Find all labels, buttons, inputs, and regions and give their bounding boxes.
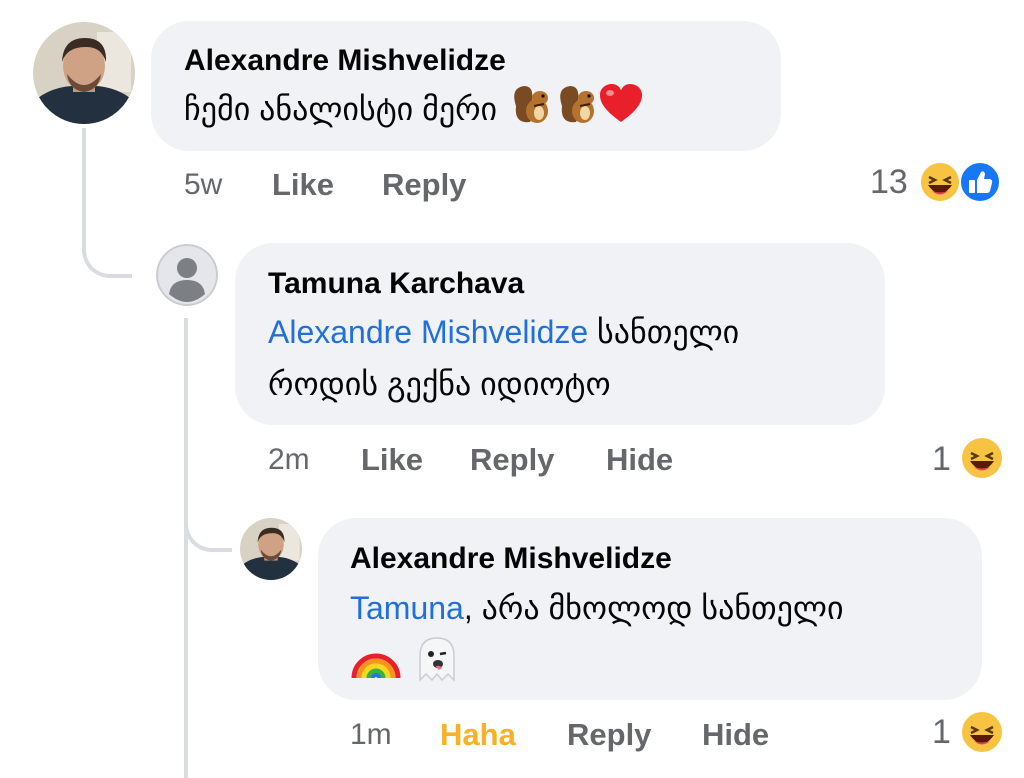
- comment-author[interactable]: Tamuna Karchava: [268, 267, 524, 301]
- like-button[interactable]: Like: [361, 442, 423, 478]
- comment-text-line2: როდის გექნა იდიოტო: [268, 366, 611, 402]
- reply-button[interactable]: Reply: [470, 442, 554, 478]
- comment-author[interactable]: Alexandre Mishvelidze: [350, 542, 672, 576]
- like-reaction-icon: [958, 160, 1002, 209]
- mention-link[interactable]: Tamuna: [350, 590, 464, 626]
- comment-timestamp[interactable]: 5w: [184, 168, 222, 202]
- comment-emoji-line: [350, 634, 462, 684]
- hide-button[interactable]: Hide: [702, 717, 769, 753]
- comment-timestamp[interactable]: 1m: [350, 718, 392, 752]
- reply-button[interactable]: Reply: [382, 167, 466, 203]
- hide-button[interactable]: Hide: [606, 442, 673, 478]
- comment-author[interactable]: Alexandre Mishvelidze: [184, 44, 506, 78]
- haha-reaction-icon[interactable]: [960, 710, 1004, 759]
- avatar[interactable]: [240, 518, 302, 580]
- default-avatar[interactable]: [156, 244, 218, 306]
- reaction-count[interactable]: 1: [932, 713, 951, 752]
- comment-body: , არა მხოლოდ სანთელი: [463, 590, 844, 626]
- reaction-summary[interactable]: [918, 160, 1004, 204]
- haha-reaction-icon[interactable]: [960, 436, 1004, 485]
- reaction-count[interactable]: 13: [870, 163, 908, 202]
- haha-reaction-button[interactable]: Haha: [440, 717, 516, 753]
- ghost-icon: [412, 634, 462, 687]
- haha-reaction-icon: [918, 160, 962, 209]
- reply-button[interactable]: Reply: [567, 717, 651, 753]
- chipmunk-icon: [552, 82, 598, 141]
- comment-body: სანთელი: [597, 314, 740, 350]
- thread-line: [184, 440, 232, 552]
- comment-text: ჩემი ანალისტი მერი: [184, 82, 644, 141]
- avatar[interactable]: [33, 22, 135, 124]
- chipmunk-icon: [506, 82, 552, 141]
- comment-text: Alexandre Mishvelidze სანთელი: [268, 306, 739, 358]
- comment-text: Tamuna, არა მხოლოდ სანთელი: [350, 582, 844, 634]
- red-heart-icon: [598, 82, 644, 141]
- mention-link[interactable]: Alexandre Mishvelidze: [268, 314, 588, 350]
- rainbow-icon: [350, 634, 402, 687]
- reaction-count[interactable]: 1: [932, 440, 951, 479]
- comment-body: ჩემი ანალისტი მერი: [184, 90, 498, 127]
- like-button[interactable]: Like: [272, 167, 334, 203]
- thread-line: [184, 318, 188, 778]
- thread-line: [82, 128, 132, 278]
- comment-timestamp[interactable]: 2m: [268, 443, 310, 477]
